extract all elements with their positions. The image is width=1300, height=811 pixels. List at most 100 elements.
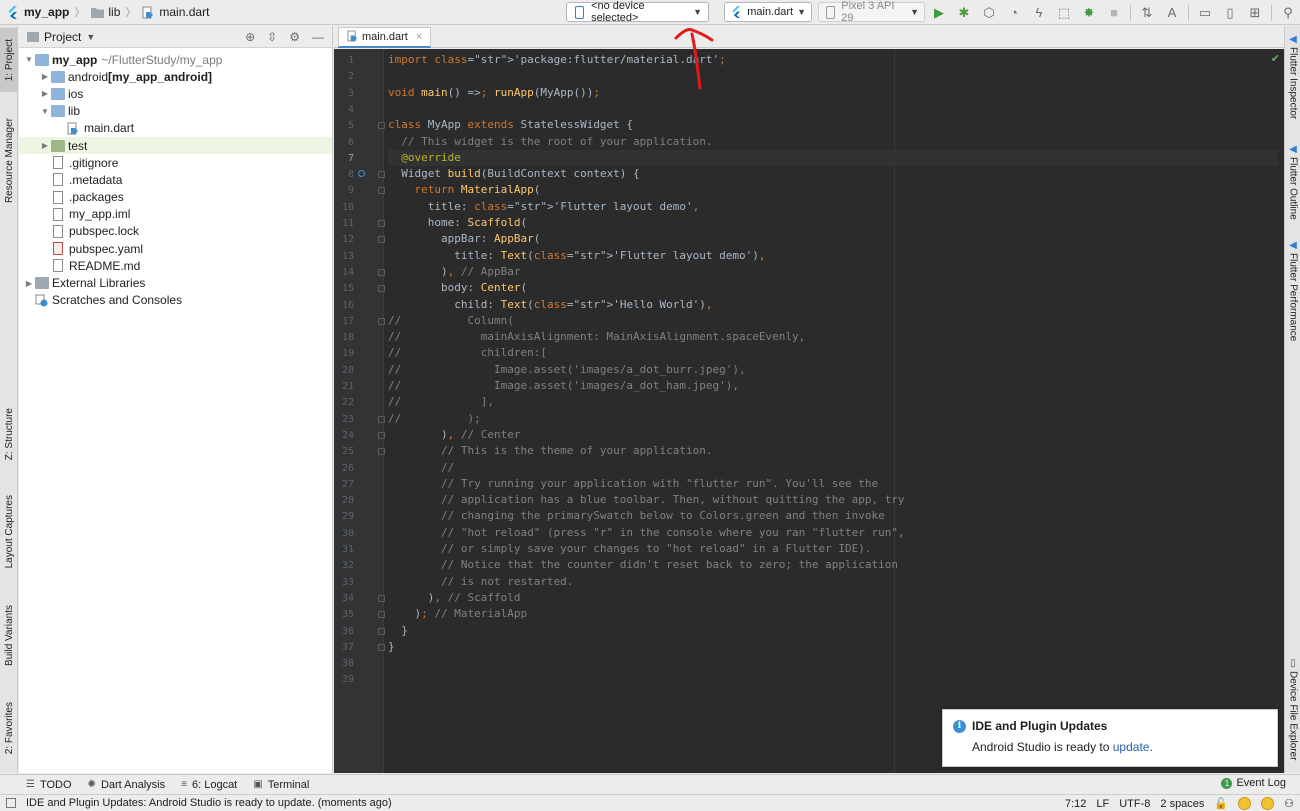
fold-marker-icon[interactable] xyxy=(378,317,385,325)
breadcrumb-my-app[interactable]: my_app xyxy=(6,5,69,19)
file-encoding[interactable]: UTF-8 xyxy=(1119,798,1150,810)
search-icon[interactable]: ⚲ xyxy=(1279,4,1297,22)
tool-tab-resource-manager[interactable]: Resource Manager xyxy=(0,106,18,216)
text-file-icon xyxy=(53,190,63,204)
tree-item-label: External Libraries xyxy=(52,276,146,291)
device-selector[interactable]: <no device selected> ▼ xyxy=(566,0,709,24)
close-icon[interactable]: × xyxy=(416,31,422,43)
folder-icon xyxy=(90,5,104,19)
breadcrumb-main-dart[interactable]: main.dart xyxy=(141,5,209,19)
tree-item[interactable]: ▼ lib xyxy=(19,103,332,120)
test-folder-icon xyxy=(51,139,65,152)
project-view-selector[interactable]: Project xyxy=(44,30,81,44)
locate-icon[interactable]: ⊕ xyxy=(245,30,255,44)
tree-item[interactable]: pubspec.lock xyxy=(19,223,332,240)
fold-marker-icon[interactable] xyxy=(378,448,385,456)
stop-icon[interactable]: ■ xyxy=(1105,4,1123,22)
avd-manager-icon[interactable]: ▭ xyxy=(1196,4,1214,22)
fold-marker-icon[interactable] xyxy=(378,431,385,439)
tool-tab-todo[interactable]: ☰ TODO xyxy=(18,779,80,791)
toggle-tool-windows-icon[interactable] xyxy=(6,798,16,808)
fold-marker-icon[interactable] xyxy=(378,236,385,244)
indent-setting[interactable]: 2 spaces xyxy=(1160,798,1204,810)
tool-tab-build-variants[interactable]: Build Variants xyxy=(0,594,18,676)
tree-item[interactable]: ▶ test xyxy=(19,136,332,155)
status-message[interactable]: IDE and Plugin Updates: Android Studio i… xyxy=(26,797,392,809)
tool-tab-device-file-explorer[interactable]: ▯ Device File Explorer xyxy=(1285,658,1300,760)
attach-debugger-icon[interactable]: ⬚ xyxy=(1055,4,1073,22)
run-config-selector[interactable]: main.dart ▼ xyxy=(724,2,812,22)
tool-tab-flutter-inspector[interactable]: ◀ Flutter Inspector xyxy=(1285,34,1300,119)
sync-icon[interactable]: ⇅ xyxy=(1138,4,1156,22)
smiley-icon[interactable] xyxy=(1238,797,1252,810)
coverage-icon[interactable]: ⬡ xyxy=(980,4,998,22)
tool-tab-layout-captures[interactable]: Layout Captures xyxy=(0,482,18,582)
flutter-attach-icon[interactable]: ✸ xyxy=(1080,4,1098,22)
fold-marker-icon[interactable] xyxy=(378,220,385,227)
tree-item[interactable]: ▼ my_app ~/FlutterStudy/my_app xyxy=(19,51,332,68)
tool-tab-project[interactable]: 1: Project xyxy=(0,28,18,92)
code-line: title: class="str">'Flutter layout demo'… xyxy=(388,199,700,213)
fold-marker-icon[interactable] xyxy=(378,627,385,635)
fold-marker-icon[interactable] xyxy=(378,268,385,276)
fold-marker-icon[interactable] xyxy=(378,643,385,651)
tree-item[interactable]: my_app.iml xyxy=(19,206,332,223)
chevron-down-icon[interactable]: ▼ xyxy=(86,32,95,42)
debug-icon[interactable]: ✱ xyxy=(955,4,973,22)
tree-item[interactable]: main.dart xyxy=(19,120,332,137)
code-editor[interactable]: 1 2 3 4 5 6 7 8 9 10 11 12 13 14 15 16 17 18 19 20 21 22 23 24 2… xyxy=(334,49,1284,773)
update-link[interactable]: update xyxy=(1113,740,1150,754)
project-structure-icon[interactable]: ⊞ xyxy=(1246,4,1264,22)
fold-marker-icon[interactable] xyxy=(378,415,385,423)
tab-main-dart[interactable]: main.dart × xyxy=(338,27,432,48)
tree-item[interactable]: Scratches and Consoles xyxy=(19,292,332,309)
lock-icon[interactable]: 🔓 xyxy=(1214,797,1228,810)
hot-reload-icon[interactable]: ϟ xyxy=(1030,4,1048,22)
inspector-icon[interactable]: ⚇ xyxy=(1284,797,1294,810)
caret-position[interactable]: 7:12 xyxy=(1065,798,1086,810)
tool-tab-flutter-performance[interactable]: ◀ Flutter Performance xyxy=(1285,240,1300,341)
line-separator[interactable]: LF xyxy=(1096,798,1109,810)
tool-tab-terminal[interactable]: ▣ Terminal xyxy=(245,779,317,791)
tree-item[interactable]: .gitignore xyxy=(19,154,332,171)
sdk-manager-icon[interactable]: ▯ xyxy=(1221,4,1239,22)
expanded-arrow-icon[interactable]: ▼ xyxy=(39,107,51,116)
event-log-button[interactable]: 1 Event Log xyxy=(1221,777,1286,789)
collapsed-arrow-icon[interactable]: ▶ xyxy=(23,279,35,288)
collapsed-arrow-icon[interactable]: ▶ xyxy=(39,89,51,98)
gear-icon[interactable]: ⚙ xyxy=(289,30,300,44)
fold-marker-icon[interactable] xyxy=(378,611,385,619)
tree-item[interactable]: .packages xyxy=(19,189,332,206)
fold-marker-icon[interactable] xyxy=(378,187,385,195)
fold-marker-icon[interactable] xyxy=(378,122,385,130)
folder-icon xyxy=(51,70,65,83)
tree-item[interactable]: pubspec.yaml xyxy=(19,240,332,257)
feedback-icon[interactable] xyxy=(1261,797,1275,810)
tool-tab-favorites[interactable]: 2: Favorites xyxy=(0,690,18,766)
expanded-arrow-icon[interactable]: ▼ xyxy=(23,55,35,64)
breadcrumb-separator: 〉 xyxy=(125,7,137,19)
tree-item[interactable]: ▶ ios xyxy=(19,85,332,102)
hide-icon[interactable]: — xyxy=(312,30,324,44)
fold-marker-icon[interactable] xyxy=(378,594,385,602)
tree-item[interactable]: README.md xyxy=(19,257,332,274)
fold-marker-icon[interactable] xyxy=(378,171,385,179)
run-icon[interactable]: ▶ xyxy=(930,4,948,22)
fold-marker-icon[interactable] xyxy=(378,285,385,293)
tree-item[interactable]: ▶ android [my_app_android] xyxy=(19,68,332,85)
profile-icon[interactable]: ◔ xyxy=(1005,4,1023,22)
tool-tab-logcat[interactable]: ≡ 6: Logcat xyxy=(173,779,245,791)
font-icon[interactable]: A xyxy=(1163,4,1181,22)
collapsed-arrow-icon[interactable]: ▶ xyxy=(39,72,51,81)
breadcrumb-lib[interactable]: lib xyxy=(90,5,120,19)
collapse-all-icon[interactable]: ⇳ xyxy=(267,30,277,44)
tool-tab-structure[interactable]: Z: Structure xyxy=(0,394,18,474)
breadcrumb-label: lib xyxy=(108,5,121,19)
tool-tab-dart-analysis[interactable]: ✺ Dart Analysis xyxy=(80,779,174,791)
tool-tab-flutter-outline[interactable]: ◀ Flutter Outline xyxy=(1285,144,1300,220)
collapsed-arrow-icon[interactable]: ▶ xyxy=(39,141,51,150)
override-marker-icon[interactable] xyxy=(358,170,365,178)
tree-item[interactable]: ▶ External Libraries xyxy=(19,274,332,291)
tree-item[interactable]: .metadata xyxy=(19,171,332,188)
avd-selector[interactable]: Pixel 3 API 29 ▼ xyxy=(818,0,925,24)
